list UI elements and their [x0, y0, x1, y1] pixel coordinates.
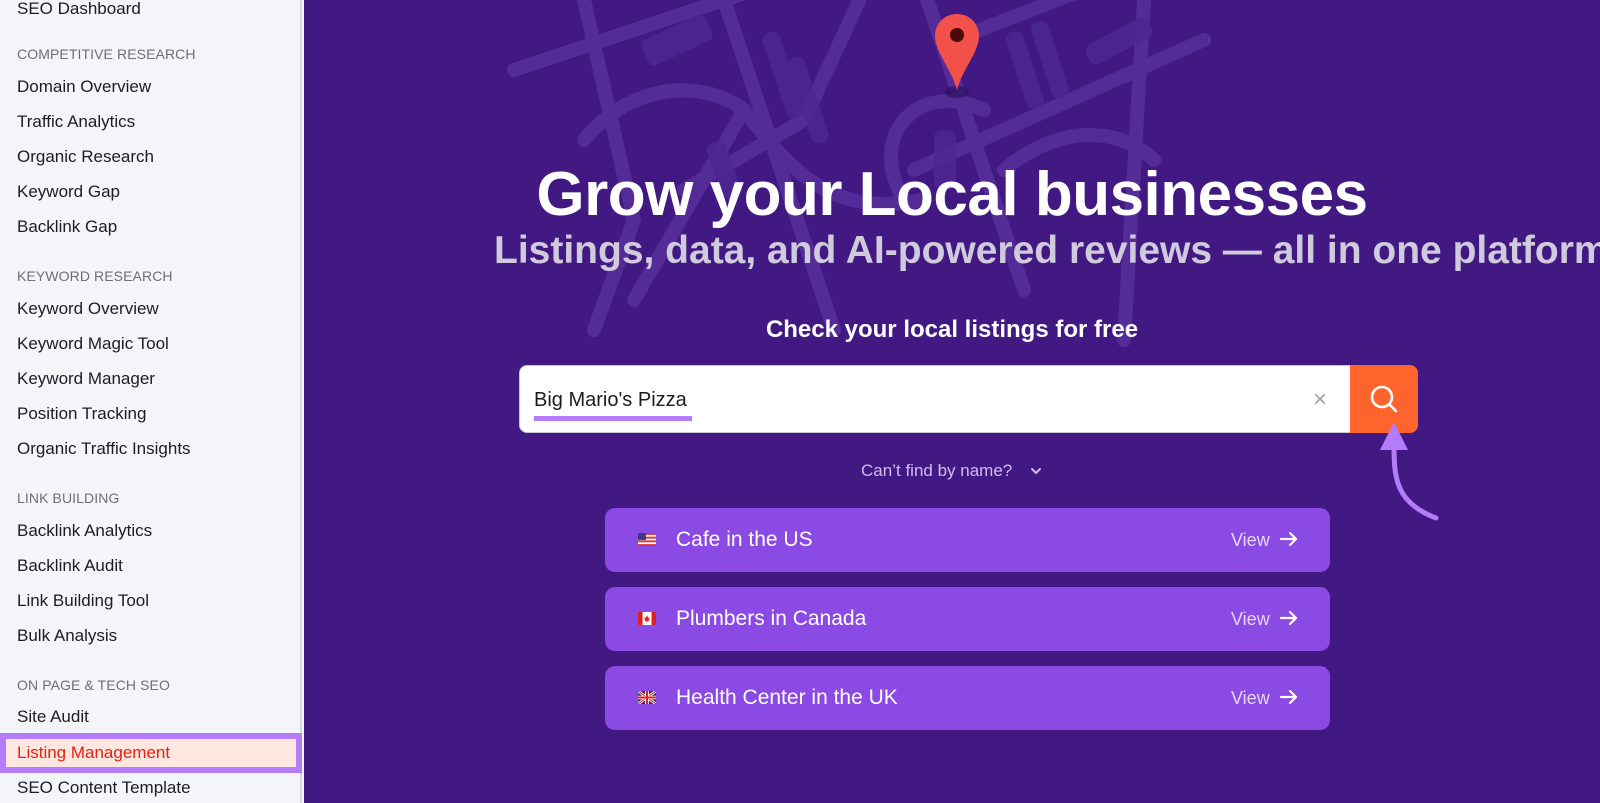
sidebar-item-keyword-overview[interactable]: Keyword Overview	[17, 298, 159, 320]
business-search-input[interactable]	[534, 386, 1294, 414]
view-link[interactable]: View	[1231, 687, 1270, 709]
cant-find-toggle[interactable]: Can’t find by name?	[304, 460, 1600, 482]
sidebar-item-keyword-manager[interactable]: Keyword Manager	[17, 368, 155, 390]
arrow-right-icon	[1279, 531, 1298, 547]
hero-subtitle: Listings, data, and AI-powered reviews —…	[494, 229, 1600, 272]
clear-search-button[interactable]: ×	[1306, 386, 1334, 414]
search-icon	[1370, 385, 1398, 413]
view-link[interactable]: View	[1231, 608, 1270, 630]
sidebar-item-site-audit[interactable]: Site Audit	[17, 706, 89, 728]
sidebar-section-heading: KEYWORD RESEARCH	[17, 268, 173, 284]
us-flag-icon	[638, 533, 656, 546]
sidebar-item-backlink-analytics[interactable]: Backlink Analytics	[17, 520, 152, 542]
canada-flag-icon	[638, 612, 656, 625]
close-icon: ×	[1312, 386, 1327, 413]
sidebar-item-organic-research[interactable]: Organic Research	[17, 146, 154, 168]
example-card-cafe-us[interactable]: Cafe in the US View	[605, 508, 1330, 572]
sidebar-section-heading: COMPETITIVE RESEARCH	[17, 46, 196, 62]
sidebar-item-link-building-tool[interactable]: Link Building Tool	[17, 590, 149, 612]
example-card-plumbers-canada[interactable]: Plumbers in Canada View	[605, 587, 1330, 651]
sidebar-item-organic-traffic-insights[interactable]: Organic Traffic Insights	[17, 438, 191, 460]
active-highlight: Listing Management	[6, 739, 296, 767]
sidebar-item-keyword-gap[interactable]: Keyword Gap	[17, 181, 120, 203]
example-label: Cafe in the US	[676, 528, 813, 551]
sidebar-item-keyword-magic-tool[interactable]: Keyword Magic Tool	[17, 333, 169, 355]
input-highlight-underline	[534, 416, 692, 421]
check-listings-label: Check your local listings for free	[765, 316, 1139, 343]
sidebar-item-backlink-gap[interactable]: Backlink Gap	[17, 216, 117, 238]
arrow-right-icon	[1279, 689, 1298, 705]
sidebar: SEO Dashboard COMPETITIVE RESEARCH Domai…	[0, 0, 302, 803]
sidebar-item-backlink-audit[interactable]: Backlink Audit	[17, 555, 123, 577]
view-link[interactable]: View	[1231, 529, 1270, 551]
sidebar-item-label: Listing Management	[17, 743, 171, 762]
hero-panel: Grow your Local businesses Listings, dat…	[304, 0, 1600, 803]
uk-flag-icon	[638, 691, 656, 704]
example-card-health-center-uk[interactable]: Health Center in the UK View	[605, 666, 1330, 730]
business-search-field: ×	[519, 365, 1353, 433]
arrow-right-icon	[1279, 610, 1298, 626]
sidebar-section-heading: ON PAGE & TECH SEO	[17, 677, 170, 693]
sidebar-item-seo-dashboard[interactable]: SEO Dashboard	[17, 0, 141, 20]
sidebar-item-position-tracking[interactable]: Position Tracking	[17, 403, 146, 425]
sidebar-item-seo-content-template[interactable]: SEO Content Template	[17, 777, 191, 799]
cant-find-label: Can’t find by name?	[861, 461, 1013, 480]
sidebar-item-listing-management[interactable]: Listing Management	[0, 733, 302, 773]
hero-title: Grow your Local businesses	[536, 160, 1368, 229]
sidebar-item-bulk-analysis[interactable]: Bulk Analysis	[17, 625, 117, 647]
sidebar-item-traffic-analytics[interactable]: Traffic Analytics	[17, 111, 135, 133]
sidebar-item-domain-overview[interactable]: Domain Overview	[17, 76, 151, 98]
chevron-down-icon	[1030, 468, 1041, 474]
sidebar-section-heading: LINK BUILDING	[17, 490, 120, 506]
example-label: Health Center in the UK	[676, 686, 898, 709]
map-pin-icon	[935, 14, 979, 98]
example-label: Plumbers in Canada	[676, 607, 867, 630]
